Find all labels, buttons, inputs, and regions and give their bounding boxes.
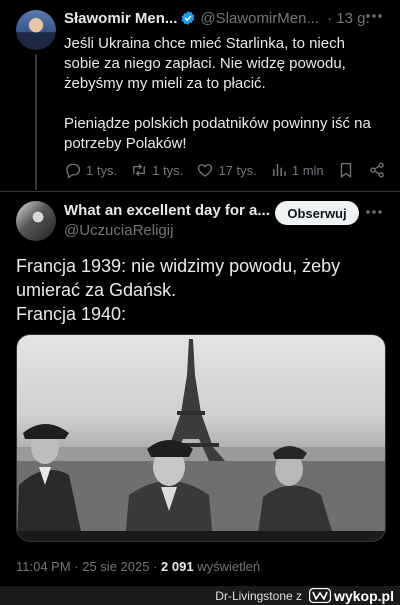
views-count: 1 mln xyxy=(291,162,324,178)
watermark-bar: Dr-Livingstone z wykop.pl xyxy=(0,586,400,605)
thread-line xyxy=(35,54,37,190)
tweet-paragraph: Pieniądze polskich podatników powinny iś… xyxy=(64,115,371,152)
heart-icon xyxy=(198,164,213,177)
share-icon xyxy=(370,162,384,178)
author-avatar[interactable] xyxy=(16,10,56,50)
more-options-icon[interactable] xyxy=(364,202,384,222)
reply-button[interactable]: 1 tys. xyxy=(64,161,117,179)
uploader-label: Dr-Livingstone z xyxy=(215,589,302,603)
views-count: 2 091 xyxy=(161,559,194,574)
author-name[interactable]: What an excellent day for a... xyxy=(64,202,270,219)
repost-icon xyxy=(133,163,146,177)
tweet-timestamp[interactable]: 11:04 PM · 25 sie 2025 · 2 091 wyświetle… xyxy=(16,559,260,574)
views-label: wyświetleń xyxy=(197,559,261,574)
more-options-icon[interactable] xyxy=(364,6,384,26)
main-tweet[interactable]: What an excellent day for a... @UczuciaR… xyxy=(0,192,400,605)
wykop-logo: wykop.pl xyxy=(309,587,394,604)
author-handle[interactable]: @SlawomirMen... xyxy=(200,10,319,27)
bookmark-button[interactable] xyxy=(337,161,355,179)
tweet-photo[interactable] xyxy=(16,334,386,542)
tweet-text: Francja 1939: nie widzimy powodu, żeby u… xyxy=(16,254,386,326)
tweet-line: Francja 1940: xyxy=(16,304,127,324)
tweet-header: Sławomir Men... @SlawomirMen... · 13 g. xyxy=(64,10,384,32)
like-count: 17 tys. xyxy=(218,162,257,178)
timestamp-text: 11:04 PM · 25 sie 2025 · xyxy=(16,559,158,574)
tweet-text: Jeśli Ukraina chce mieć Starlinka, to ni… xyxy=(64,34,382,174)
like-button[interactable]: 17 tys. xyxy=(196,161,257,179)
tweet-paragraph: Jeśli Ukraina chce mieć Starlinka, to ni… xyxy=(64,35,346,92)
share-button[interactable] xyxy=(368,161,386,179)
verified-badge-icon xyxy=(182,11,195,25)
author-handle[interactable]: @UczuciaReligij xyxy=(64,222,173,239)
reply-icon xyxy=(66,163,81,179)
parent-tweet[interactable]: Sławomir Men... @SlawomirMen... · 13 g. J… xyxy=(0,0,400,190)
follow-button[interactable]: Obserwuj xyxy=(275,201,359,225)
site-name: wykop.pl xyxy=(334,587,394,604)
author-avatar[interactable] xyxy=(16,201,56,241)
repost-button[interactable]: 1 tys. xyxy=(130,161,183,179)
author-name[interactable]: Sławomir Men... xyxy=(64,10,177,27)
wykop-logo-icon xyxy=(309,588,332,603)
tweet-actions: 1 tys. 1 tys. 17 tys. 1 mln xyxy=(64,159,386,181)
reply-count: 1 tys. xyxy=(86,162,118,178)
repost-count: 1 tys. xyxy=(152,162,184,178)
views-chart-icon xyxy=(272,164,286,176)
views-button[interactable]: 1 mln xyxy=(270,161,324,179)
bookmark-icon xyxy=(340,162,351,179)
eiffel-tower-photo-image xyxy=(17,339,385,541)
tweet-line: Francja 1939: nie widzimy powodu, żeby u… xyxy=(16,256,341,300)
